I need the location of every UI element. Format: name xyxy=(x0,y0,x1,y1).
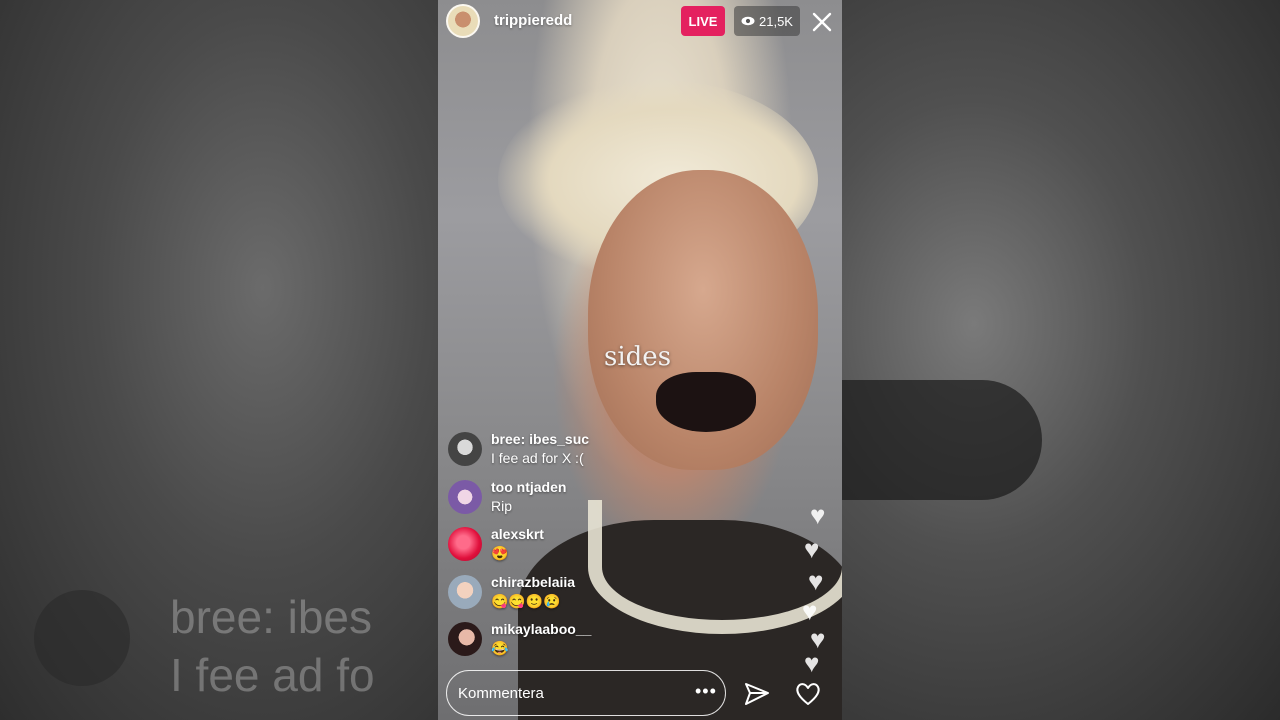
video-caption: sides xyxy=(604,342,672,372)
video-mouth xyxy=(656,372,756,432)
floating-hearts: ♥ ♥ ♥ ♥ ♥ ♥ xyxy=(802,500,842,680)
comment-input[interactable]: Kommentera ••• xyxy=(446,670,726,716)
floating-heart-icon: ♥ xyxy=(804,648,820,678)
floating-heart-icon: ♥ xyxy=(802,596,818,626)
comment-item[interactable]: too ntjaden Rip xyxy=(446,476,706,524)
comment-text: 😍 xyxy=(491,545,509,561)
commenter-username[interactable]: bree: ibes_suc xyxy=(491,431,589,447)
comment-list: bree: ibes_suc I fee ad for X :( too ntj… xyxy=(446,428,706,666)
comment-text: 😋😋🙂😢 xyxy=(491,592,561,609)
close-icon[interactable] xyxy=(811,11,833,33)
commenter-avatar[interactable] xyxy=(448,479,482,514)
comment-item[interactable]: alexskrt 😍 xyxy=(446,523,706,571)
comment-item[interactable]: mikaylaaboo__ 😂 xyxy=(446,618,706,666)
ghost-mouth xyxy=(842,380,1042,500)
comment-text: 😂 xyxy=(491,640,509,656)
ghost-username: bree: ibes xyxy=(170,591,373,643)
viewer-count: 21,5K xyxy=(759,13,793,29)
broadcaster-username[interactable]: trippieredd xyxy=(494,12,572,29)
heart-icon[interactable] xyxy=(794,680,822,708)
comment-item[interactable]: chirazbelaiia 😋😋🙂😢 xyxy=(446,571,706,619)
commenter-avatar[interactable] xyxy=(448,527,482,561)
comment-input-placeholder: Kommentera xyxy=(458,685,544,702)
commenter-avatar[interactable] xyxy=(448,622,482,656)
commenter-username[interactable]: mikaylaaboo__ xyxy=(491,621,591,637)
background-blur-left: bree: ibes I fee ad fo xyxy=(0,0,438,720)
floating-heart-icon: ♥ xyxy=(804,534,820,564)
live-header: trippieredd LIVE 21,5K xyxy=(438,0,842,44)
background-blur-right xyxy=(842,0,1280,720)
eye-icon xyxy=(741,16,755,26)
commenter-username[interactable]: alexskrt xyxy=(491,526,544,542)
commenter-avatar[interactable] xyxy=(448,574,482,609)
commenter-avatar[interactable] xyxy=(448,432,482,466)
commenter-username[interactable]: too ntjaden xyxy=(491,479,566,495)
comment-text: Rip xyxy=(491,497,513,514)
more-icon[interactable]: ••• xyxy=(695,681,717,702)
floating-heart-icon: ♥ xyxy=(808,566,824,596)
commenter-username[interactable]: chirazbelaiia xyxy=(491,574,575,590)
comment-text: I fee ad for X :( xyxy=(491,450,584,466)
viewer-count-badge[interactable]: 21,5K xyxy=(734,6,800,36)
live-video-frame[interactable]: sides trippieredd LIVE 21,5K bree: ibes_… xyxy=(438,0,842,720)
floating-heart-icon: ♥ xyxy=(810,500,826,530)
ghost-avatar xyxy=(34,590,130,686)
send-icon[interactable] xyxy=(744,681,770,707)
comment-item[interactable]: bree: ibes_suc I fee ad for X :( xyxy=(446,428,706,476)
broadcaster-avatar[interactable] xyxy=(446,4,480,38)
ghost-comment: I fee ad fo xyxy=(170,649,375,701)
live-badge: LIVE xyxy=(681,6,725,36)
